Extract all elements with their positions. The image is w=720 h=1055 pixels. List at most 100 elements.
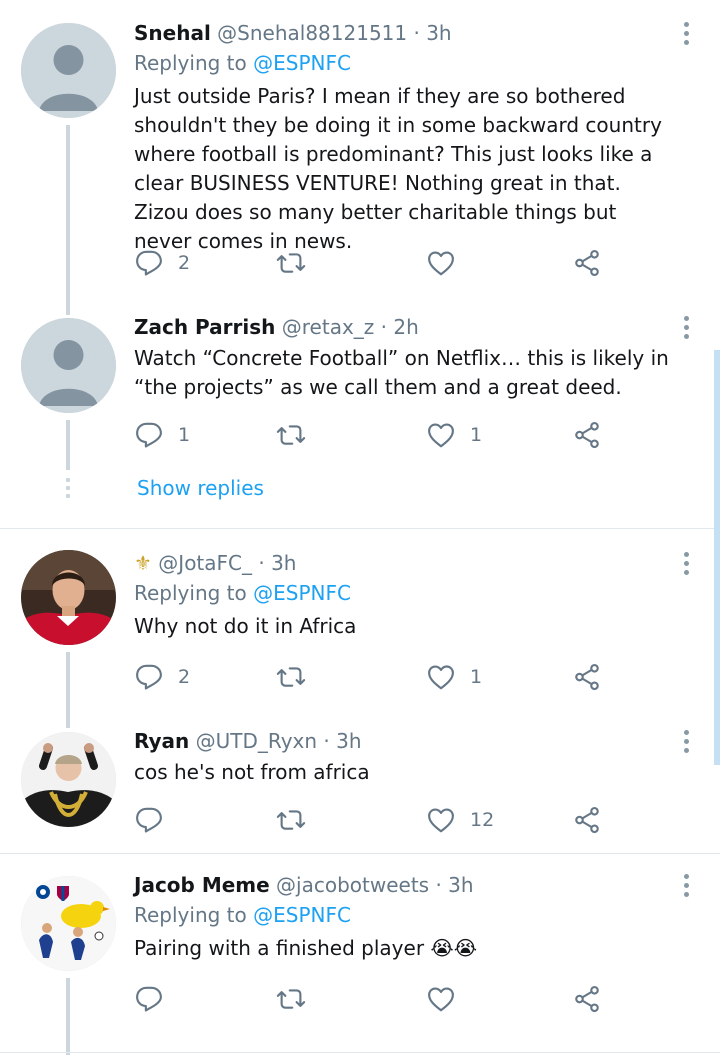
like-count: 1 bbox=[470, 424, 483, 446]
share-button[interactable] bbox=[572, 418, 602, 452]
replying-to: Replying to @ESPNFC bbox=[134, 578, 680, 608]
like-count: 12 bbox=[470, 809, 495, 831]
display-name[interactable]: Zach Parrish bbox=[134, 315, 275, 339]
reply-icon bbox=[136, 664, 162, 690]
display-name[interactable]: ⚜ bbox=[134, 551, 152, 575]
timestamp[interactable]: · 3h bbox=[435, 873, 473, 897]
thread-line bbox=[66, 652, 70, 728]
retweet-icon bbox=[276, 253, 306, 273]
like-button[interactable]: 1 bbox=[426, 418, 482, 452]
share-icon bbox=[575, 985, 599, 1013]
avatar[interactable] bbox=[21, 550, 116, 645]
user-handle[interactable]: @UTD_Ryxn bbox=[196, 729, 317, 753]
user-handle[interactable]: @Snehal88121511 bbox=[217, 21, 407, 45]
reply-count: 1 bbox=[178, 424, 191, 446]
heart-icon bbox=[428, 808, 454, 833]
divider bbox=[0, 853, 720, 854]
retweet-icon bbox=[276, 989, 306, 1009]
reply-icon bbox=[136, 250, 162, 276]
like-count: 1 bbox=[470, 666, 483, 688]
more-options-icon[interactable] bbox=[684, 874, 690, 901]
tweet-text: cos he's not from africa bbox=[134, 760, 370, 784]
tweet-text: Just outside Paris? I mean if they are s… bbox=[134, 84, 662, 253]
like-button[interactable]: 12 bbox=[426, 803, 494, 837]
retweet-button[interactable] bbox=[276, 418, 306, 452]
display-name[interactable]: Snehal bbox=[134, 21, 211, 45]
heart-icon bbox=[428, 423, 454, 448]
tweet-text: Pairing with a finished player 😭😭 bbox=[134, 936, 478, 960]
thread-line bbox=[66, 420, 70, 470]
avatar[interactable] bbox=[21, 23, 116, 118]
avatar[interactable] bbox=[21, 732, 116, 827]
mention-link[interactable]: @ESPNFC bbox=[253, 903, 351, 927]
scrollbar[interactable] bbox=[714, 350, 720, 765]
tweet-header: Snehal @Snehal88121511 · 3h bbox=[134, 18, 680, 48]
share-icon bbox=[575, 421, 599, 449]
reply-icon bbox=[136, 807, 162, 833]
user-handle[interactable]: @JotaFC_ bbox=[158, 551, 252, 575]
retweet-button[interactable] bbox=[276, 803, 306, 837]
user-handle[interactable]: @jacobotweets bbox=[276, 873, 429, 897]
mention-link[interactable]: @ESPNFC bbox=[253, 581, 351, 605]
reply-icon bbox=[136, 422, 162, 448]
avatar[interactable] bbox=[21, 318, 116, 413]
reply-button[interactable]: 2 bbox=[134, 660, 190, 694]
timestamp[interactable]: · 3h bbox=[323, 729, 361, 753]
share-button[interactable] bbox=[572, 982, 602, 1016]
tweet-header: Zach Parrish @retax_z · 2h bbox=[134, 312, 680, 342]
reply-button[interactable] bbox=[134, 803, 164, 837]
tweet-header: Ryan @UTD_Ryxn · 3h bbox=[134, 726, 680, 756]
retweet-button[interactable] bbox=[276, 246, 306, 280]
user-handle[interactable]: @retax_z bbox=[282, 315, 375, 339]
share-icon bbox=[575, 806, 599, 834]
retweet-icon bbox=[276, 667, 306, 687]
reply-icon bbox=[136, 986, 162, 1012]
share-button[interactable] bbox=[572, 803, 602, 837]
more-options-icon[interactable] bbox=[684, 316, 690, 343]
more-options-icon[interactable] bbox=[684, 552, 690, 579]
replying-to-label: Replying to bbox=[134, 51, 247, 75]
retweet-button[interactable] bbox=[276, 660, 306, 694]
show-replies-link[interactable]: Show replies bbox=[137, 476, 264, 500]
more-options-icon[interactable] bbox=[684, 730, 690, 757]
avatar[interactable] bbox=[21, 876, 116, 971]
replying-to-label: Replying to bbox=[134, 903, 247, 927]
timestamp[interactable]: · 3h bbox=[413, 21, 451, 45]
share-button[interactable] bbox=[572, 660, 602, 694]
tweet-header: Jacob Meme @jacobotweets · 3h bbox=[134, 870, 680, 900]
retweet-button[interactable] bbox=[276, 982, 306, 1016]
heart-icon bbox=[428, 251, 454, 276]
divider bbox=[0, 528, 720, 529]
reply-button[interactable] bbox=[134, 982, 164, 1016]
timestamp[interactable]: · 2h bbox=[381, 315, 419, 339]
share-button[interactable] bbox=[572, 246, 602, 280]
replying-to-label: Replying to bbox=[134, 581, 247, 605]
divider bbox=[0, 1052, 720, 1053]
mention-link[interactable]: @ESPNFC bbox=[253, 51, 351, 75]
reply-button[interactable]: 1 bbox=[134, 418, 190, 452]
share-icon bbox=[575, 663, 599, 691]
reply-count: 2 bbox=[178, 252, 191, 274]
thread-line bbox=[66, 978, 70, 1055]
reply-button[interactable]: 2 bbox=[134, 246, 190, 280]
like-button[interactable] bbox=[426, 982, 456, 1016]
timestamp[interactable]: · 3h bbox=[258, 551, 296, 575]
thread-line bbox=[66, 125, 70, 315]
like-button[interactable] bbox=[426, 246, 456, 280]
thread-dots bbox=[66, 478, 70, 502]
display-name[interactable]: Jacob Meme bbox=[134, 873, 270, 897]
tweet-text: Why not do it in Africa bbox=[134, 614, 357, 638]
share-icon bbox=[575, 249, 599, 277]
replying-to: Replying to @ESPNFC bbox=[134, 48, 680, 78]
heart-icon bbox=[428, 987, 454, 1012]
reply-count: 2 bbox=[178, 666, 191, 688]
retweet-icon bbox=[276, 425, 306, 445]
retweet-icon bbox=[276, 810, 306, 830]
heart-icon bbox=[428, 665, 454, 690]
tweet-text: Watch “Concrete Football” on Netflix… th… bbox=[134, 346, 669, 399]
replying-to: Replying to @ESPNFC bbox=[134, 900, 680, 930]
display-name[interactable]: Ryan bbox=[134, 729, 189, 753]
tweet-header: ⚜ @JotaFC_ · 3h bbox=[134, 548, 680, 578]
more-options-icon[interactable] bbox=[684, 22, 690, 49]
like-button[interactable]: 1 bbox=[426, 660, 482, 694]
